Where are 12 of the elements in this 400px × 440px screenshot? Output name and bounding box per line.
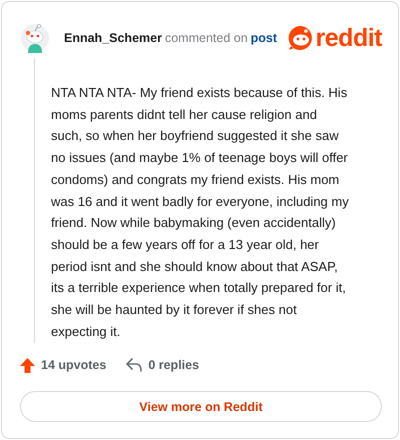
upvote-count: 14 upvotes (41, 358, 106, 372)
post-link[interactable]: post (250, 31, 278, 45)
logo-wordmark: reddit (316, 26, 382, 50)
avatar-icon (20, 23, 50, 53)
reply-arrow-icon (126, 358, 142, 372)
action-text: commented on (164, 31, 248, 45)
comment-text: NTA NTA NTA- My friend exists because of this. His moms parents didnt tell her cause religion and such, so when her boyfriend suggested it she saw no issues (and maybe 1% of teenage boys will offer condoms) and congrats my friend exists. His mom was 16 and it went badly for everyone, including my friend. Now while babymaking (even accidentally) should be a few years off for a 13 year old, her period isnt and she should know about that ASAP, its a terrible experience when totally prepared for it, she will be haunted by it forever if shes not expecting it. (51, 84, 350, 341)
upvote-arrow-icon (20, 358, 35, 372)
author-name[interactable]: Ennah_Schemer (64, 31, 162, 45)
reply-count: 0 replies (148, 358, 200, 372)
view-more-button[interactable]: View more on Reddit (20, 391, 382, 422)
snoo-icon (288, 25, 314, 51)
